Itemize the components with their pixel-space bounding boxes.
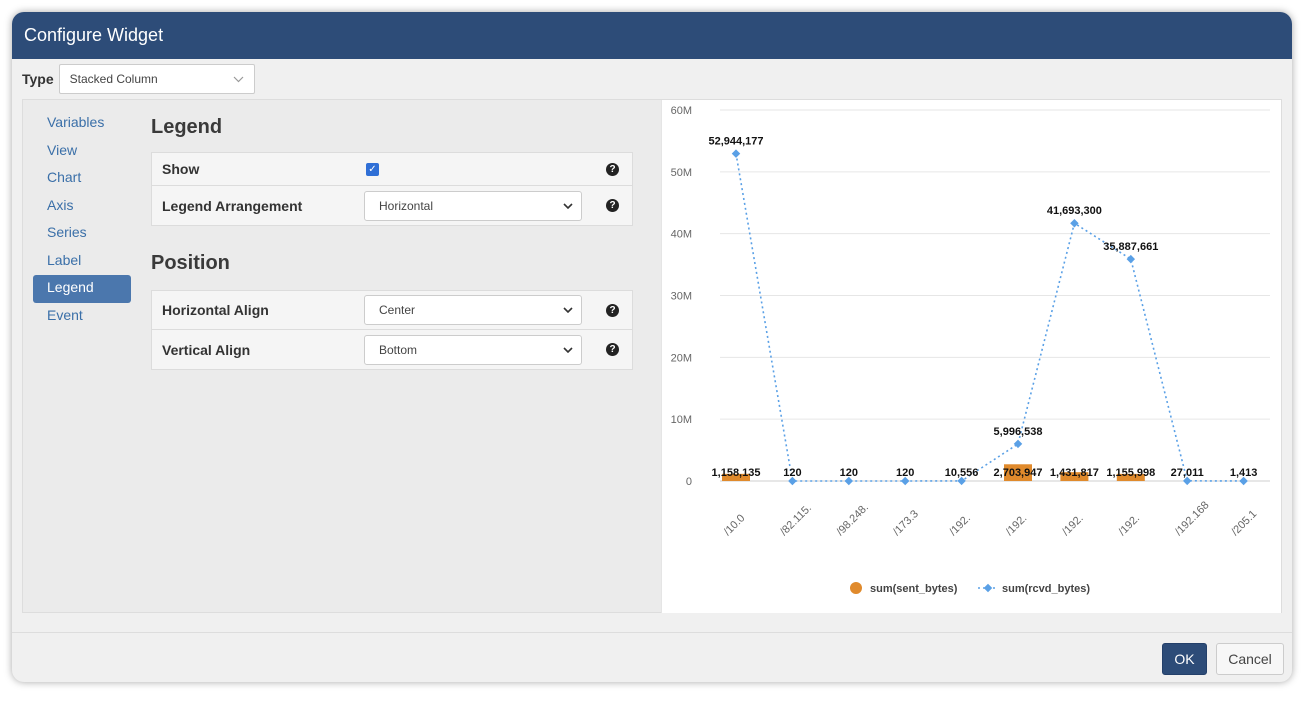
legend-label-sent-bytes: sum(sent_bytes) <box>870 583 958 595</box>
data-label: 1,155,998 <box>1106 467 1155 479</box>
chart-preview: 0 10M 20M 30M 40M 50M 60M 52,944,177 120 120 120 10… <box>661 100 1281 613</box>
horizontal-align-value: Center <box>379 303 416 317</box>
legend-properties: Show ✓ ? Legend Arrangement Horizontal ? <box>151 152 633 226</box>
type-field: Type Stacked Column <box>22 64 255 94</box>
data-label: 2,703,947 <box>994 467 1043 479</box>
x-tick-label: /192. <box>1116 512 1142 538</box>
type-label: Type <box>22 71 54 87</box>
checkmark-icon: ✓ <box>366 162 379 176</box>
point-rcvd-bytes[interactable] <box>1126 254 1136 264</box>
legend-arrangement-row: Legend Arrangement Horizontal ? <box>152 186 632 225</box>
chevron-down-icon <box>563 346 573 353</box>
vertical-align-row: Vertical Align Bottom ? <box>152 330 632 369</box>
y-tick-label: 40M <box>671 229 692 241</box>
data-label: 52,944,177 <box>708 136 763 148</box>
data-label: 1,158,135 <box>712 467 761 479</box>
cancel-button[interactable]: Cancel <box>1216 643 1284 675</box>
nav-item-label[interactable]: Label <box>33 248 131 276</box>
settings-nav: Variables View Chart Axis Series Label Legend E… <box>33 110 131 330</box>
data-label: 120 <box>840 467 858 479</box>
nav-item-event[interactable]: Event <box>33 303 131 331</box>
series-line-rcvd-bytes <box>735 153 1244 482</box>
legend-arrangement-value: Horizontal <box>379 198 434 213</box>
legend-marker-rcvd-bytes <box>983 583 993 593</box>
data-label: 120 <box>783 467 801 479</box>
horizontal-align-select[interactable]: Center <box>364 295 582 325</box>
point-rcvd-bytes[interactable] <box>1070 218 1079 228</box>
x-tick-label: /10.0 <box>722 512 748 538</box>
chevron-down-icon <box>563 307 573 313</box>
vertical-align-select[interactable]: Bottom <box>364 334 582 365</box>
horizontal-align-label: Horizontal Align <box>162 302 269 318</box>
x-tick-label: /192. <box>1004 512 1030 538</box>
data-label: 27,011 <box>1171 467 1204 479</box>
horizontal-align-row: Horizontal Align Center ? <box>152 291 632 330</box>
y-tick-label: 10M <box>671 414 692 426</box>
point-rcvd-bytes[interactable] <box>731 149 741 158</box>
y-tick-label: 20M <box>671 352 692 364</box>
nav-item-series[interactable]: Series <box>33 220 131 248</box>
legend-section-title: Legend <box>151 116 223 138</box>
show-row: Show ✓ ? <box>152 153 632 186</box>
legend-marker-sent-bytes <box>850 582 862 594</box>
y-tick-label: 50M <box>671 167 692 179</box>
legend-arrangement-select[interactable]: Horizontal <box>364 190 582 221</box>
legend-label-rcvd-bytes: sum(rcvd_bytes) <box>1002 583 1090 595</box>
configure-widget-dialog: Configure Widget Type Stacked Column Var… <box>12 12 1292 682</box>
stacked-column-chart: 0 10M 20M 30M 40M 50M 60M 52,944,177 120 120 120 10… <box>671 105 1270 595</box>
data-label: 1,431,817 <box>1050 467 1099 479</box>
position-properties: Horizontal Align Center ? Vertical Align… <box>151 290 633 370</box>
data-label: 5,996,538 <box>994 426 1043 438</box>
x-tick-label: /192. <box>947 512 973 538</box>
nav-item-view[interactable]: View <box>33 138 131 166</box>
y-tick-label: 0 <box>686 476 692 488</box>
ok-button[interactable]: OK <box>1162 643 1207 675</box>
x-tick-label: /98.248. <box>834 502 871 539</box>
x-tick-label: /173.3 <box>891 508 921 538</box>
help-icon[interactable]: ? <box>606 162 619 176</box>
vertical-align-value: Bottom <box>379 342 418 357</box>
point-rcvd-bytes[interactable] <box>1013 439 1023 449</box>
nav-item-chart[interactable]: Chart <box>33 165 131 193</box>
x-tick-label: /82.115. <box>778 502 814 538</box>
data-label: 120 <box>896 467 914 479</box>
legend-arrangement-label: Legend Arrangement <box>162 197 303 214</box>
data-label: 35,887,661 <box>1103 241 1158 253</box>
data-label: 10,556 <box>945 467 979 479</box>
x-tick-label: /192.168 <box>1173 499 1212 538</box>
nav-item-axis[interactable]: Axis <box>33 193 131 221</box>
chevron-down-icon <box>563 202 573 209</box>
help-icon[interactable]: ? <box>606 343 619 356</box>
x-tick-label: /205.1 <box>1229 508 1259 538</box>
help-icon[interactable]: ? <box>606 199 619 212</box>
vertical-align-label: Vertical Align <box>162 341 251 358</box>
type-select-value: Stacked Column <box>69 72 158 86</box>
help-icon[interactable]: ? <box>606 303 619 317</box>
show-label: Show <box>162 161 200 177</box>
nav-item-legend[interactable]: Legend <box>33 275 131 303</box>
show-checkbox[interactable]: ✓ <box>366 162 379 176</box>
data-label: 41,693,300 <box>1047 205 1102 217</box>
data-label: 1,413 <box>1230 467 1258 479</box>
y-tick-label: 30M <box>671 291 692 303</box>
dialog-title: Configure Widget <box>12 12 1292 59</box>
config-content: Variables View Chart Axis Series Label Legend E… <box>22 99 1282 613</box>
type-select[interactable]: Stacked Column <box>58 64 255 94</box>
dialog-footer: OK Cancel <box>12 632 1292 682</box>
position-section-title: Position <box>151 252 230 274</box>
y-tick-label: 60M <box>671 105 692 117</box>
x-tick-label: /192. <box>1060 512 1086 538</box>
nav-item-variables[interactable]: Variables <box>33 110 131 138</box>
chevron-down-icon <box>233 76 244 82</box>
